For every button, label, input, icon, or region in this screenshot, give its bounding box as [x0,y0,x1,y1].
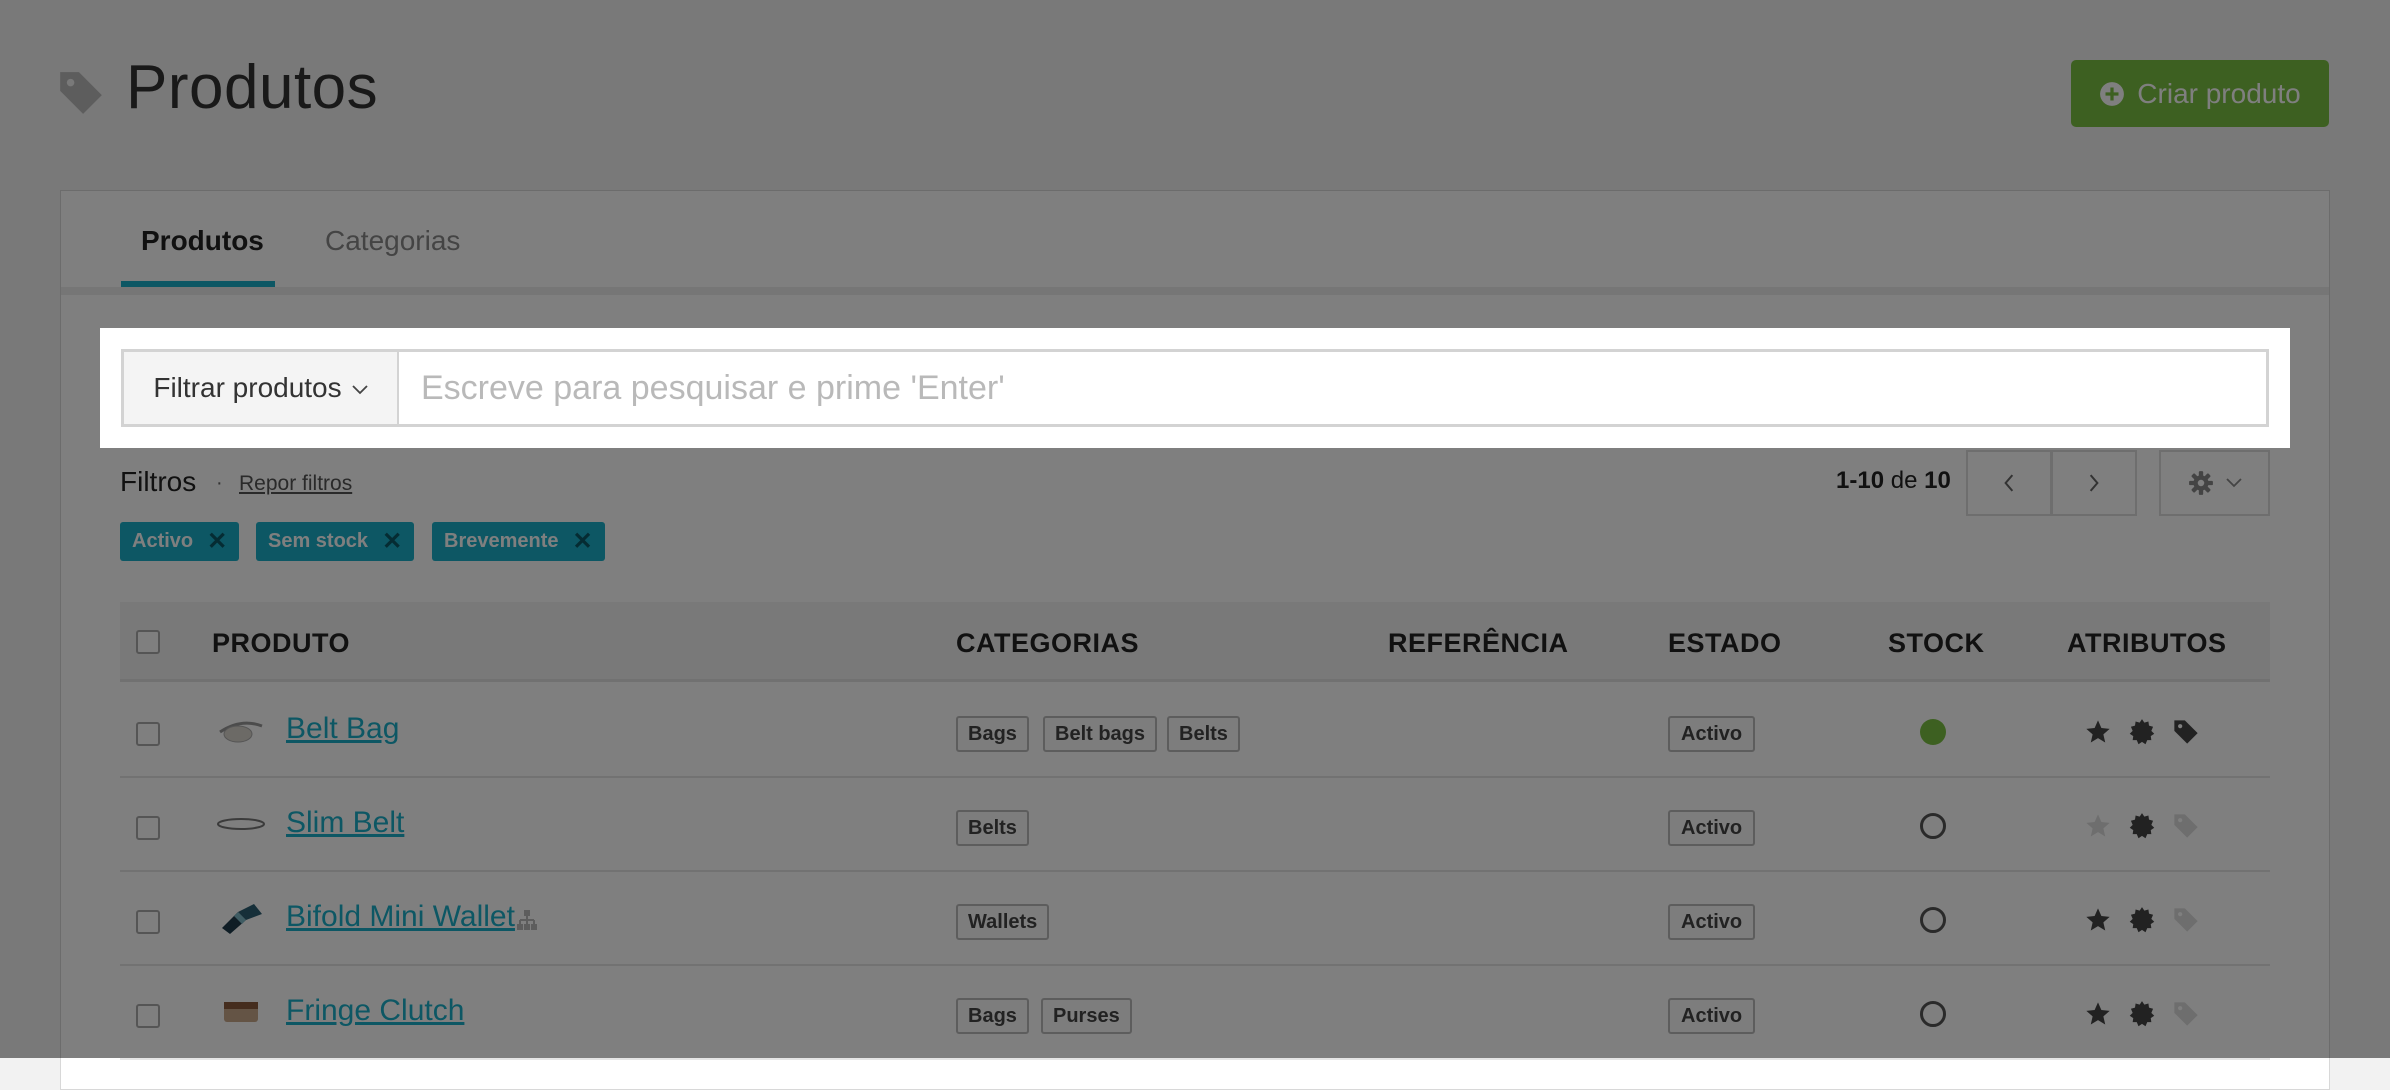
plus-circle-icon [2100,81,2125,106]
product-thumbnail [224,1002,258,1022]
badge-icon[interactable] [2128,1000,2156,1028]
tag-icon[interactable] [2172,718,2200,746]
column-header-referencia[interactable]: REFERÊNCIA [1388,628,1569,659]
status-badge: Activo [1668,810,1756,846]
out-of-stock-indicator [1920,907,1946,933]
pagination-of: de [1890,467,1918,494]
row-checkbox[interactable] [136,910,160,934]
category-tag: Belts [956,810,1029,846]
table-row: Bifold Mini Wallet Wallets Activo [120,872,2270,966]
reset-filters-link[interactable]: Repor filtros [239,472,352,496]
chevron-right-icon [2089,474,2099,492]
star-icon[interactable] [2084,906,2112,934]
tab-bar: Produtos Categorias [61,191,2329,295]
table-row: Belt Bag Bags Belt bags Belts Activo [120,684,2270,778]
filter-chip-brevemente: Brevemente ✕ [432,522,605,561]
search-spotlight: Filtrar produtos [100,328,2290,448]
row-checkbox[interactable] [136,1004,160,1028]
create-product-button[interactable]: Criar produto [2071,60,2329,127]
active-tab-indicator [121,281,275,287]
in-stock-indicator [1920,719,1946,745]
badge-icon[interactable] [2128,812,2156,840]
filter-chip-label: Brevemente [444,530,559,552]
remove-filter-icon[interactable]: ✕ [207,529,227,554]
tab-categorias[interactable]: Categorias [325,225,460,257]
page-title: Produtos [126,53,379,122]
search-input[interactable] [399,352,2266,424]
pagination-range: 1-10 [1836,467,1885,494]
column-header-stock: STOCK [1888,628,1985,658]
filter-products-dropdown[interactable]: Filtrar produtos [124,352,399,424]
status-badge: Activo [1668,904,1756,940]
row-checkbox[interactable] [136,816,160,840]
badge-icon[interactable] [2128,718,2156,746]
out-of-stock-indicator [1920,813,1946,839]
row-checkbox[interactable] [136,722,160,746]
chevron-left-icon [2004,474,2014,492]
product-thumbnail [222,904,262,934]
star-icon[interactable] [2084,718,2112,746]
table-header: PRODUTO CATEGORIAS REFERÊNCIA ESTADO STO… [120,602,2270,682]
table-row: Slim Belt Belts Activo [120,778,2270,872]
filters-separator: · [216,472,223,494]
category-tag: Wallets [956,904,1050,940]
column-header-estado: ESTADO [1668,628,1782,658]
column-header-produto[interactable]: PRODUTO [212,628,350,659]
filter-chip-activo: Activo ✕ [120,522,240,561]
table-row: Fringe Clutch Bags Purses Activo [120,966,2270,1060]
filters-label: Filtros [120,466,197,497]
chevron-down-icon [2225,478,2242,488]
status-badge: Activo [1668,716,1756,752]
chevron-down-icon [352,385,368,395]
star-icon[interactable] [2084,1000,2112,1028]
variants-icon [517,910,537,930]
create-product-label: Criar produto [2137,77,2301,109]
product-name-link[interactable]: Bifold Mini Wallet [286,900,515,934]
product-thumbnail [219,721,263,743]
product-name-link[interactable]: Belt Bag [286,712,399,746]
pagination-total: 10 [1924,467,1951,494]
category-tag: Belts [1167,716,1240,752]
gear-icon [2188,471,2213,495]
select-all-checkbox[interactable] [136,630,160,654]
tag-icon[interactable] [2172,906,2200,934]
category-tag: Bags [956,716,1029,752]
search-bar: Filtrar produtos [121,349,2269,427]
badge-icon[interactable] [2128,906,2156,934]
filter-chip-label: Sem stock [268,530,369,552]
product-name-link[interactable]: Slim Belt [286,806,404,840]
pagination-count: 1-10 de 10 [1836,467,1951,495]
status-badge: Activo [1668,998,1756,1034]
remove-filter-icon[interactable]: ✕ [573,529,593,554]
tab-produtos[interactable]: Produtos [141,225,264,257]
column-header-atributos: ATRIBUTOS [2067,628,2227,658]
category-tag: Purses [1041,998,1132,1034]
product-name-link[interactable]: Fringe Clutch [286,994,464,1028]
out-of-stock-indicator [1920,1001,1946,1027]
filter-products-label: Filtrar produtos [153,372,342,403]
column-header-categorias: CATEGORIAS [956,628,1140,658]
filter-chip-sem-stock: Sem stock ✕ [256,522,415,561]
category-tag: Bags [956,998,1029,1034]
tag-icon[interactable] [2172,812,2200,840]
filter-chip-label: Activo [132,530,194,552]
category-tag: Belt bags [1043,716,1158,752]
product-thumbnail [217,818,265,830]
star-icon[interactable] [2084,812,2112,840]
page-header: Produtos Criar produto [0,0,2390,190]
tag-icon [60,72,102,114]
next-page-button[interactable] [2051,450,2137,516]
tag-icon[interactable] [2172,1000,2200,1028]
remove-filter-icon[interactable]: ✕ [382,529,402,554]
table-settings-button[interactable] [2159,450,2270,516]
previous-page-button[interactable] [1966,450,2052,516]
